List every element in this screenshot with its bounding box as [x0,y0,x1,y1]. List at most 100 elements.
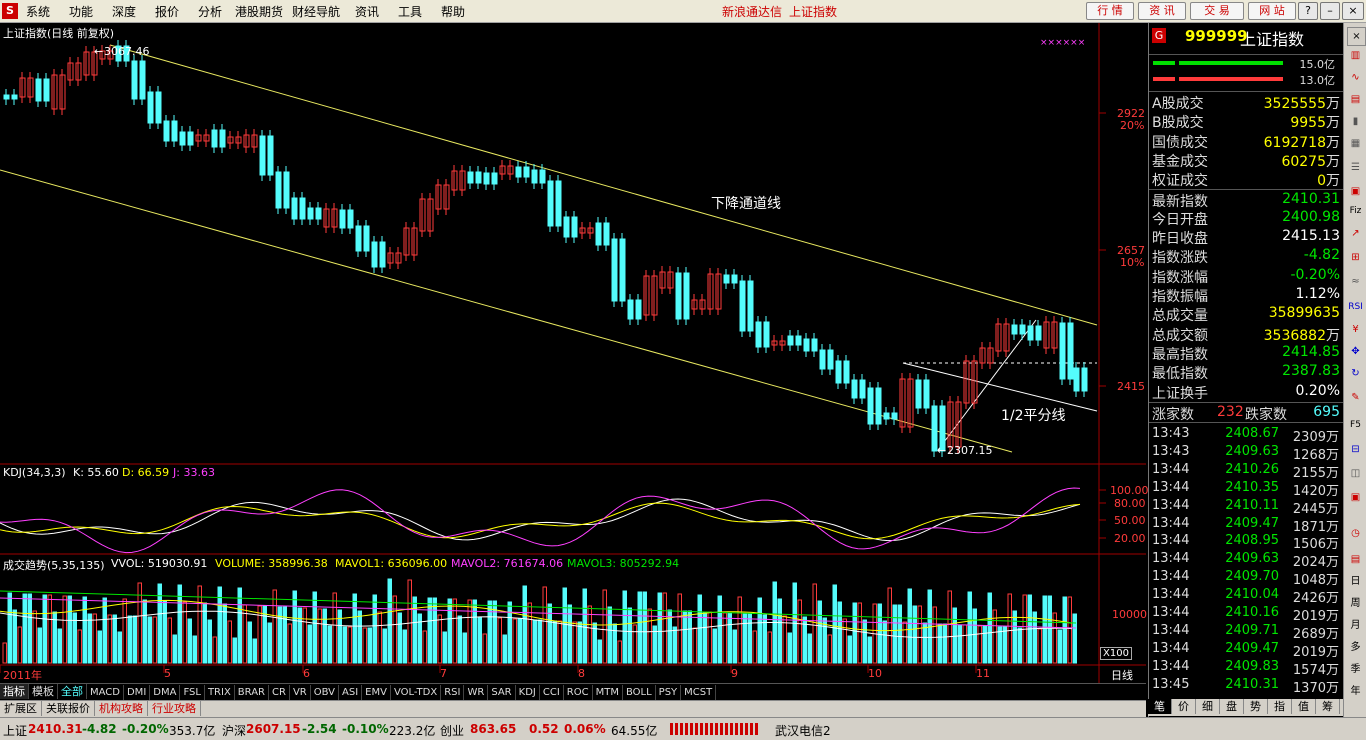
tab-mtm[interactable]: MTM [593,685,623,700]
quote-row-value: 6192718万 [1264,132,1340,152]
menu-quote[interactable]: 报价 [155,3,179,20]
tab-boll[interactable]: BOLL [623,685,656,700]
tab-fsl[interactable]: FSL [180,685,205,700]
toolbar-close-icon[interactable]: × [1347,27,1366,46]
news-button[interactable]: 资 讯 [1138,2,1186,20]
tab-emv[interactable]: EMV [362,685,391,700]
bar-chart-icon[interactable]: ▤ [1347,91,1364,108]
tab-chips[interactable]: 筹 [1316,699,1340,714]
wave-icon[interactable]: ≈ [1347,273,1364,290]
tab-wr[interactable]: WR [464,685,489,700]
tab-psy[interactable]: PSY [656,685,682,700]
tab-trend[interactable]: 势 [1244,699,1268,714]
tick-list: 13:43 2408.67 2309万 13:43 2409.63 1268万 13:44 2… [1149,422,1343,696]
sidebar-rsi[interactable]: RSI [1347,299,1364,316]
menu-analysis[interactable]: 分析 [198,3,222,20]
trade-button[interactable]: 交 易 [1190,2,1244,20]
quote-row-value: -0.20% [1290,267,1340,283]
chart-canvas[interactable] [0,23,1146,683]
candle-body [483,172,490,185]
period-year[interactable]: 年 [1347,683,1364,700]
tab-related-quotes[interactable]: 关联报价 [42,701,95,716]
volume-bar [342,626,347,664]
money-icon[interactable]: ¥ [1347,321,1364,338]
menu-depth[interactable]: 深度 [112,3,136,20]
tab-price[interactable]: 价 [1172,699,1196,714]
volume-bar [2,642,7,664]
menu-tools[interactable]: 工具 [398,3,422,20]
server-name[interactable]: 武汉电信2 [775,722,831,739]
refresh-icon[interactable]: ↻ [1347,365,1364,382]
menu-function[interactable]: 功能 [69,3,93,20]
sidebar-f5[interactable]: F5 [1347,417,1364,434]
tab-brar[interactable]: BRAR [235,685,269,700]
tab-roc[interactable]: ROC [564,685,593,700]
tab-value[interactable]: 值 [1292,699,1316,714]
tab-book[interactable]: 盘 [1220,699,1244,714]
candle-body [875,387,882,425]
grid-icon[interactable]: ⊟ [1347,441,1364,458]
line-chart-icon[interactable]: ∿ [1347,69,1364,86]
period-week[interactable]: 周 [1347,595,1364,612]
tab-rsi[interactable]: RSI [441,685,465,700]
tick-time: 13:44 [1152,497,1190,513]
tab-dma[interactable]: DMA [150,685,181,700]
tab-institution-strategy[interactable]: 机构攻略 [95,701,148,716]
tab-obv[interactable]: OBV [311,685,339,700]
volume-volume: VOLUME: 358996.38 [215,557,328,570]
tab-sar[interactable]: SAR [488,685,516,700]
market-button[interactable]: 行 情 [1086,2,1134,20]
tab-detail[interactable]: 细 [1196,699,1220,714]
tab-mcst[interactable]: MCST [681,685,717,700]
overlay-icon[interactable]: ⊞ [1347,249,1364,266]
chart-area[interactable]: 上证指数(日线 前复权) 3067.46 ← ×××××× 下降通道线 1/2平… [0,23,1149,698]
help-window-button[interactable]: ? [1298,2,1318,20]
tab-kdj[interactable]: KDJ [516,685,540,700]
sidebar-fiz[interactable]: Fiz [1347,203,1364,220]
tab-index[interactable]: 指 [1268,699,1292,714]
draw-icon[interactable]: ✎ [1347,389,1364,406]
tab-all[interactable]: 全部 [58,684,87,699]
list-icon[interactable]: ☰ [1347,159,1364,176]
chart-type-icon[interactable]: ▥ [1347,47,1364,64]
tab-vr[interactable]: VR [290,685,311,700]
app-logo-icon[interactable]: S [2,3,18,19]
minute-icon[interactable]: ◫ [1347,465,1364,482]
period-day[interactable]: 日 [1347,573,1364,590]
tab-indicator[interactable]: 指标 [0,684,29,699]
menu-system[interactable]: 系统 [26,3,50,20]
period-quarter[interactable]: 季 [1347,661,1364,678]
website-button[interactable]: 网 站 [1248,2,1296,20]
bookmark-icon[interactable]: ▣ [1347,489,1364,506]
period-month[interactable]: 月 [1347,617,1364,634]
menu-finance-nav[interactable]: 财经导航 [292,3,340,20]
tab-vol-tdx[interactable]: VOL-TDX [391,685,442,700]
tab-industry-strategy[interactable]: 行业攻略 [148,701,201,716]
tab-cci[interactable]: CCI [540,685,564,700]
calendar-icon[interactable]: ▤ [1347,551,1364,568]
tab-asi[interactable]: ASI [339,685,363,700]
menu-hk-futures[interactable]: 港股期货 [235,3,283,20]
menu-news[interactable]: 资讯 [355,3,379,20]
volume-bar [692,627,697,664]
minimize-button[interactable]: – [1320,2,1340,20]
trend-icon[interactable]: ↗ [1347,225,1364,242]
timer-icon[interactable]: ◷ [1347,525,1364,542]
period-multi[interactable]: 多 [1347,639,1364,656]
low-price-label: 2307.15 [947,444,993,457]
tab-extension[interactable]: 扩展区 [0,701,42,716]
menu-help[interactable]: 帮助 [441,3,465,20]
tab-cr[interactable]: CR [269,685,290,700]
report-icon[interactable]: ▦ [1347,135,1364,152]
down-count: 695 [1313,404,1340,420]
tab-ticks[interactable]: 笔 [1148,699,1172,714]
tab-trix[interactable]: TRIX [205,685,235,700]
close-button[interactable]: × [1342,2,1364,20]
period-label[interactable]: 日线 [1111,667,1133,683]
indicator-icon[interactable]: ▣ [1347,183,1364,200]
tab-template[interactable]: 模板 [29,684,58,699]
candle-icon[interactable]: ▮ [1347,113,1364,130]
tab-macd[interactable]: MACD [87,685,124,700]
move-icon[interactable]: ✥ [1347,343,1364,360]
tab-dmi[interactable]: DMI [124,685,151,700]
